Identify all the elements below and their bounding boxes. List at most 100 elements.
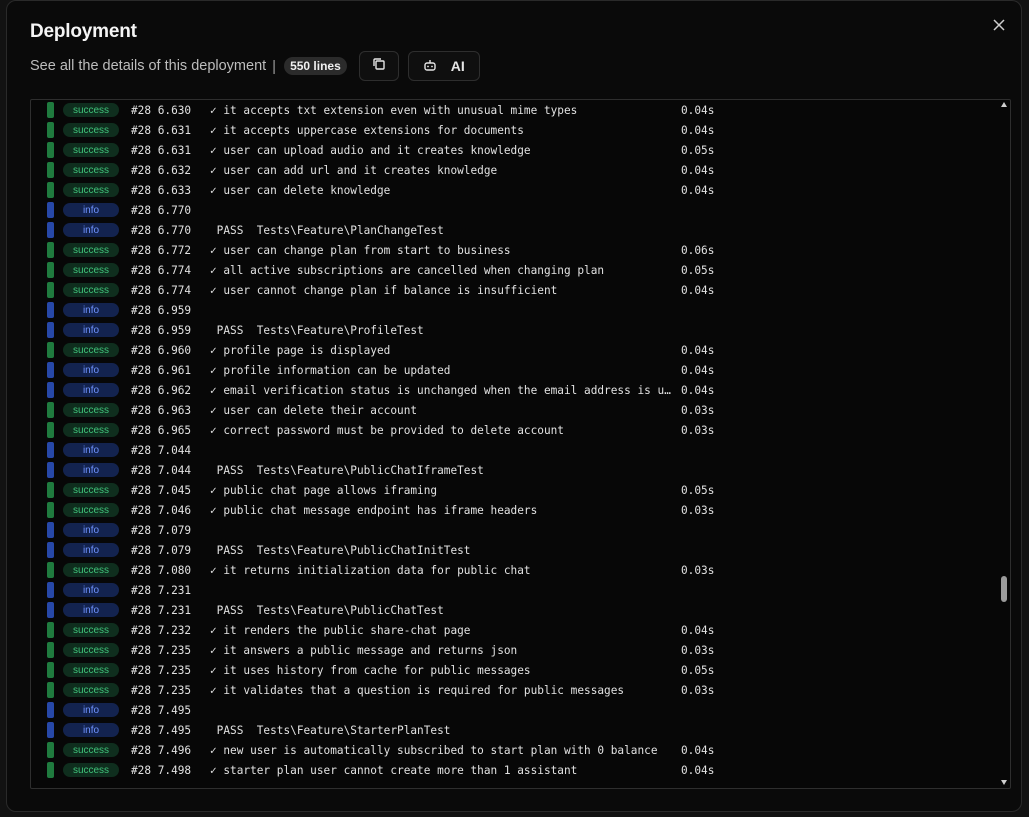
log-message: ✓ user can add url and it creates knowle… xyxy=(210,163,498,177)
log-message: PASS Tests\Feature\StarterPlanTest xyxy=(210,723,451,737)
log-line: success #28 6.772 ✓ user can change plan f… xyxy=(31,240,991,260)
level-indicator xyxy=(47,502,54,518)
level-badge: success xyxy=(63,143,119,157)
modal-title: Deployment xyxy=(30,21,137,42)
log-duration: 0.04s xyxy=(681,163,715,177)
log-line: info #28 6.959 xyxy=(31,300,991,320)
level-indicator xyxy=(47,102,54,118)
log-timestamp: #28 7.044 xyxy=(131,463,192,477)
log-message: ✓ all active subscriptions are cancelled… xyxy=(210,263,605,277)
log-line: success #28 7.235 ✓ it answers a public me… xyxy=(31,640,991,660)
level-indicator xyxy=(47,682,54,698)
log-line: info #28 6.770 xyxy=(31,200,991,220)
log-timestamp: #28 6.962 xyxy=(131,383,192,397)
log-duration: 0.04s xyxy=(681,123,715,137)
ai-button[interactable]: AI xyxy=(407,51,480,81)
level-badge: success xyxy=(63,643,119,657)
log-message: ✓ user can change plan from start to bus… xyxy=(210,243,511,257)
log-duration: 0.04s xyxy=(681,743,715,757)
log-timestamp: #28 7.079 xyxy=(131,543,192,557)
log-timestamp: #28 6.632 xyxy=(131,163,192,177)
level-indicator xyxy=(47,582,54,598)
level-indicator xyxy=(47,162,54,178)
log-timestamp: #28 6.774 xyxy=(131,263,192,277)
level-indicator xyxy=(47,602,54,618)
log-timestamp: #28 7.232 xyxy=(131,623,192,637)
log-timestamp: #28 7.045 xyxy=(131,483,192,497)
log-message: ✓ public chat page allows iframing xyxy=(210,483,438,497)
log-timestamp: #28 6.965 xyxy=(131,423,192,437)
modal-subtitle: See all the details of this deployment xyxy=(30,58,267,74)
log-line: info #28 7.079 PASS Tests\Feature\PublicC… xyxy=(31,540,991,560)
level-indicator xyxy=(47,362,54,378)
log-timestamp: #28 7.235 xyxy=(131,683,192,697)
log-line: info #28 7.495 PASS Tests\Feature\Starter… xyxy=(31,720,991,740)
level-badge: success xyxy=(63,243,119,257)
log-line: success #28 7.498 ✓ starter plan user cann… xyxy=(31,760,991,780)
level-badge: success xyxy=(63,403,119,417)
level-badge: success xyxy=(63,623,119,637)
level-badge: success xyxy=(63,283,119,297)
level-indicator xyxy=(47,242,54,258)
log-line: success #28 6.631 ✓ user can upload audio … xyxy=(31,140,991,160)
robot-icon xyxy=(423,58,437,75)
level-badge: info xyxy=(63,203,119,217)
log-line: info #28 7.044 xyxy=(31,440,991,460)
log-line: info #28 7.231 xyxy=(31,580,991,600)
level-indicator xyxy=(47,222,54,238)
log-line: success #28 7.232 ✓ it renders the public … xyxy=(31,620,991,640)
level-badge: success xyxy=(63,423,119,437)
log-line: success #28 7.235 ✓ it uses history from c… xyxy=(31,660,991,680)
log-duration: 0.03s xyxy=(681,403,715,417)
level-indicator xyxy=(47,562,54,578)
level-badge: success xyxy=(63,683,119,697)
log-timestamp: #28 6.630 xyxy=(131,103,192,117)
level-badge: success xyxy=(63,263,119,277)
log-timestamp: #28 7.235 xyxy=(131,643,192,657)
log-line: success #28 6.630 ✓ it accepts txt extensi… xyxy=(31,100,991,120)
log-timestamp: #28 6.772 xyxy=(131,243,192,257)
log-duration: 0.04s xyxy=(681,183,715,197)
log-message: ✓ user can upload audio and it creates k… xyxy=(210,143,531,157)
log-message: ✓ it uses history from cache for public … xyxy=(210,663,531,677)
log-viewer[interactable]: success #28 6.630 ✓ it accepts txt extensi… xyxy=(30,99,1011,789)
log-line: info #28 7.231 PASS Tests\Feature\PublicC… xyxy=(31,600,991,620)
scrollbar[interactable] xyxy=(996,100,1010,788)
log-message: ✓ it answers a public message and return… xyxy=(210,643,518,657)
log-line: info #28 6.961 ✓ profile information can b… xyxy=(31,360,991,380)
log-timestamp: #28 7.231 xyxy=(131,583,192,597)
log-duration: 0.05s xyxy=(681,663,715,677)
log-line: info #28 7.044 PASS Tests\Feature\PublicC… xyxy=(31,460,991,480)
scroll-thumb[interactable] xyxy=(1001,576,1007,602)
log-timestamp: #28 7.498 xyxy=(131,763,192,777)
scroll-up-icon[interactable] xyxy=(1001,102,1007,107)
level-indicator xyxy=(47,642,54,658)
level-indicator xyxy=(47,302,54,318)
log-duration: 0.03s xyxy=(681,423,715,437)
log-message: PASS Tests\Feature\PublicChatTest xyxy=(210,603,444,617)
level-indicator xyxy=(47,262,54,278)
close-icon[interactable] xyxy=(989,15,1009,35)
scroll-down-icon[interactable] xyxy=(1001,780,1007,785)
log-timestamp: #28 6.631 xyxy=(131,123,192,137)
level-indicator xyxy=(47,202,54,218)
log-lines: success #28 6.630 ✓ it accepts txt extensi… xyxy=(31,100,991,780)
copy-button[interactable] xyxy=(358,51,399,81)
log-message: ✓ profile information can be updated xyxy=(210,363,451,377)
log-duration: 0.05s xyxy=(681,483,715,497)
level-badge: info xyxy=(63,383,119,397)
log-line: info #28 6.959 PASS Tests\Feature\Profile… xyxy=(31,320,991,340)
log-timestamp: #28 7.496 xyxy=(131,743,192,757)
log-timestamp: #28 6.963 xyxy=(131,403,192,417)
log-message: PASS Tests\Feature\ProfileTest xyxy=(210,323,424,337)
level-badge: success xyxy=(63,743,119,757)
log-timestamp: #28 6.774 xyxy=(131,283,192,297)
log-duration: 0.03s xyxy=(681,683,715,697)
log-duration: 0.04s xyxy=(681,283,715,297)
level-badge: info xyxy=(63,543,119,557)
level-indicator xyxy=(47,402,54,418)
level-indicator xyxy=(47,122,54,138)
level-badge: success xyxy=(63,763,119,777)
log-line: success #28 6.774 ✓ user cannot change pla… xyxy=(31,280,991,300)
log-timestamp: #28 6.770 xyxy=(131,223,192,237)
